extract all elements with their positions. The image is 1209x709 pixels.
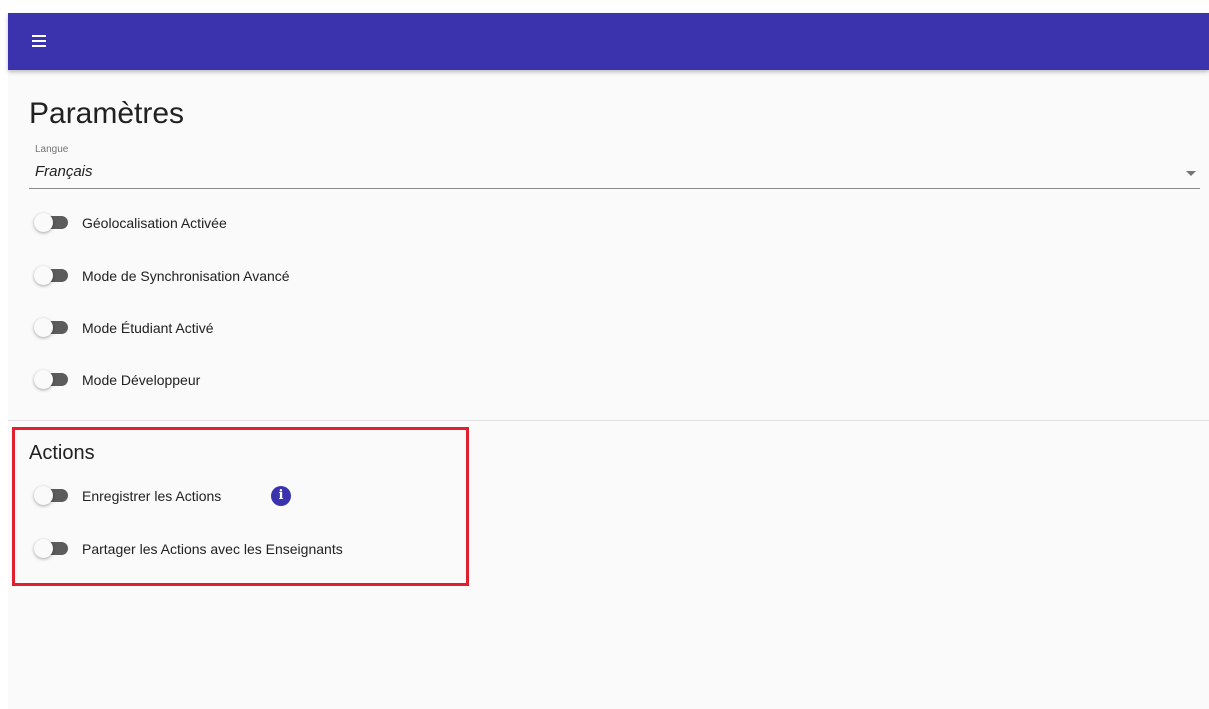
developer-mode-label: Mode Développeur	[82, 372, 201, 388]
language-select[interactable]: Langue Français	[29, 144, 1200, 189]
sync-mode-switch[interactable]	[34, 266, 70, 285]
student-mode-label: Mode Étudiant Activé	[82, 320, 214, 336]
switch-thumb	[34, 266, 53, 285]
switch-thumb	[34, 539, 53, 558]
record-actions-switch[interactable]	[34, 486, 70, 505]
switch-thumb	[34, 486, 53, 505]
hamburger-menu-icon-bar	[32, 45, 46, 47]
record-actions-label: Enregistrer les Actions	[82, 488, 222, 504]
switch-thumb	[34, 370, 53, 389]
share-actions-label: Partager les Actions avec les Enseignant…	[82, 541, 343, 557]
page-title: Paramètres	[29, 97, 185, 130]
switch-thumb	[34, 318, 53, 337]
actions-section-title: Actions	[29, 442, 95, 464]
hamburger-menu-icon	[32, 35, 46, 37]
geolocation-switch[interactable]	[34, 213, 70, 232]
app-bar	[8, 13, 1209, 70]
share-actions-switch[interactable]	[34, 539, 70, 558]
sync-mode-label: Mode de Synchronisation Avancé	[82, 268, 290, 284]
developer-mode-switch[interactable]	[34, 370, 70, 389]
switch-thumb	[34, 213, 53, 232]
menu-button[interactable]	[26, 28, 52, 54]
dropdown-arrow-icon	[1186, 171, 1196, 176]
student-mode-switch[interactable]	[34, 318, 70, 337]
info-icon[interactable]: i	[271, 486, 291, 506]
language-select-label: Langue	[35, 144, 69, 155]
language-select-value: Français	[35, 163, 93, 180]
geolocation-label: Géolocalisation Activée	[82, 215, 227, 231]
hamburger-menu-icon-bar	[32, 40, 46, 42]
app-window: Paramètres Langue Français Géolocalisati…	[8, 13, 1209, 709]
section-divider	[8, 420, 1209, 421]
